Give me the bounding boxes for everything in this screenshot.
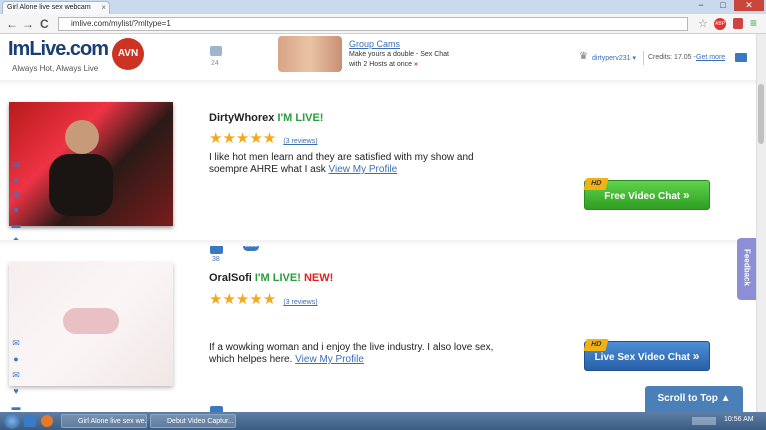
reviews-link[interactable]: (3 reviews) [283,299,317,306]
clock: 10:56 AM [724,416,754,423]
new-label: NEW! [303,272,334,284]
start-button[interactable] [4,413,20,429]
firefox-icon[interactable] [41,415,53,427]
photo-figure [63,308,119,334]
comment-icon[interactable]: ▬ [10,220,22,230]
side-icons: ✉ ● ✉ ♥ ▬ ◆ [10,160,23,245]
ie-icon[interactable] [24,415,36,427]
photo-figure [65,120,99,154]
trophy-icon: ♛ [579,51,588,62]
taskbar-item[interactable]: Girl Alone live sex we... [61,414,147,428]
separator [0,80,756,86]
comment-icon[interactable]: ▬ [10,402,22,412]
star-rating-icon: ★★★★★ [209,291,277,308]
minimize-button[interactable]: − [690,0,712,11]
close-window-button[interactable]: ✕ [734,0,764,11]
back-button[interactable]: ← [6,17,18,31]
restore-button[interactable]: □ [712,0,734,11]
reviews-link[interactable]: (3 reviews) [283,138,317,145]
separator [0,240,756,246]
site-logo[interactable]: ImLive.com Always Hot, Always Live AVN [8,38,178,73]
system-tray-icons[interactable] [692,417,716,425]
gift-icon[interactable]: ✉ [10,338,22,348]
tab-close-icon[interactable]: × [101,2,106,14]
scroll-to-top-button[interactable]: Scroll to Top ▲ [645,386,743,412]
username-dropdown[interactable]: dirtyperv231 ▾ [592,54,636,62]
host-photo[interactable] [9,262,173,386]
heart-icon[interactable]: ♥ [10,205,22,215]
view-profile-link[interactable]: View My Profile [295,354,364,365]
avn-badge: AVN [112,38,144,70]
rating: ★★★★★ (3 reviews) [209,129,318,147]
browser-tab[interactable]: Girl Alone live sex webcam × [2,1,110,14]
message-icon[interactable]: ✉ [10,190,22,200]
tagline: Always Hot, Always Live [12,64,99,73]
group-cams-image[interactable] [278,36,342,72]
live-label: I'M LIVE! [277,112,324,124]
host-photo[interactable] [9,102,173,226]
taskbar: Girl Alone live sex we... Debut Video Ca… [0,412,766,430]
tab-title: Girl Alone live sex webcam [7,4,91,11]
gift-icon[interactable]: ✉ [10,160,22,170]
menu-icon[interactable]: ≡ [750,16,757,30]
host-description: If a wowking woman and i enjoy the live … [209,342,494,365]
host-name-line: OralSofi I'M LIVE! NEW! [209,272,333,284]
forward-button[interactable]: → [22,17,34,31]
hd-badge: HD [583,178,609,190]
chat-icon[interactable]: ● [10,175,22,185]
host-card: ✉ ● ✉ ♥ ▬ OralSofi I'M LIVE! NEW! ★★★★★ … [0,250,756,412]
navigation-bar: ← → C imlive.com/mylist/?mltype=1 ☆ ABP … [0,14,766,34]
host-card: ✉ ● ✉ ♥ ▬ ◆ DirtyWhorex I'M LIVE! ★★★★★ … [0,90,756,263]
group-cams-line2: with 2 Hosts at once » [349,61,418,68]
host-description: I like hot men learn and they are satisf… [209,152,474,175]
divider [643,51,644,65]
page-content: ImLive.com Always Hot, Always Live AVN 2… [0,34,766,412]
star-rating-icon: ★★★★★ [209,130,277,147]
reload-button[interactable]: C [40,17,49,31]
hd-badge: HD [583,339,609,351]
mail-icon[interactable] [735,53,747,62]
window-controls: − □ ✕ [690,0,764,12]
host-name[interactable]: DirtyWhorex [209,112,274,124]
adblock-icon[interactable]: ABP [714,18,726,30]
rating: ★★★★★ (3 reviews) [209,290,318,308]
title-bar: Girl Alone live sex webcam × − □ ✕ [0,0,766,14]
group-cams-title[interactable]: Group Cams [349,39,400,49]
message-icon[interactable]: ✉ [10,370,22,380]
address-bar[interactable]: imlive.com/mylist/?mltype=1 [58,17,688,31]
scrollbar-thumb[interactable] [758,84,764,144]
extension-icon[interactable] [733,18,743,29]
group-cams-line1: Make yours a double - Sex Chat [349,51,449,58]
live-label: I'M LIVE! [254,272,301,284]
credits-label: Credits: 17.05 - [648,54,696,61]
header-count: 24 [211,60,219,67]
logo-text: ImLive.com [8,38,109,60]
heart-icon[interactable]: ♥ [10,386,22,396]
host-name-line: DirtyWhorex I'M LIVE! [209,112,323,124]
camera-icon [210,46,222,56]
taskbar-item[interactable]: Debut Video Captur... [150,414,236,428]
view-profile-link[interactable]: View My Profile [329,164,398,175]
feedback-tab[interactable]: Feedback [737,238,756,300]
chat-icon[interactable]: ● [10,354,22,364]
host-name[interactable]: OralSofi [209,272,252,284]
photo-figure-body [49,154,113,216]
get-more-link[interactable]: Get more [696,54,725,61]
url-text: imlive.com/mylist/?mltype=1 [71,19,171,28]
bookmark-star-icon[interactable]: ☆ [698,17,708,30]
side-icons: ✉ ● ✉ ♥ ▬ [10,338,23,412]
